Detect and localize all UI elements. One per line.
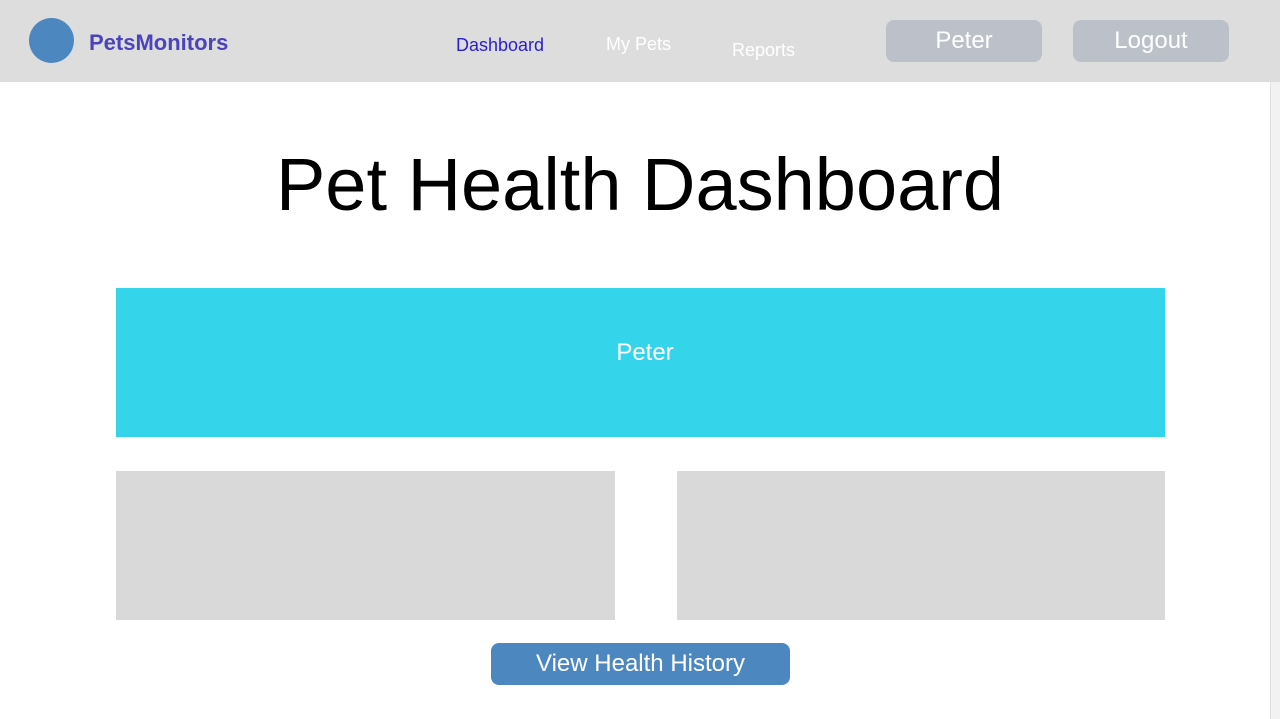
nav-link-my-pets[interactable]: My Pets <box>606 33 671 55</box>
nav-link-reports[interactable]: Reports <box>732 39 795 61</box>
view-health-history-button[interactable]: View Health History <box>491 643 790 685</box>
health-panel-right <box>677 471 1165 620</box>
brand-name[interactable]: PetsMonitors <box>89 30 228 56</box>
page-title: Pet Health Dashboard <box>275 143 1005 226</box>
nav-link-dashboard[interactable]: Dashboard <box>456 34 544 56</box>
page: PetsMonitors Dashboard My Pets Reports P… <box>0 0 1280 719</box>
health-panel-left <box>116 471 615 620</box>
pet-banner-label: Peter <box>616 339 674 366</box>
logout-button[interactable]: Logout <box>1073 20 1229 62</box>
top-navbar: PetsMonitors Dashboard My Pets Reports P… <box>0 0 1280 82</box>
circle-logo-icon[interactable] <box>29 18 74 63</box>
user-profile-button[interactable]: Peter <box>886 20 1042 62</box>
